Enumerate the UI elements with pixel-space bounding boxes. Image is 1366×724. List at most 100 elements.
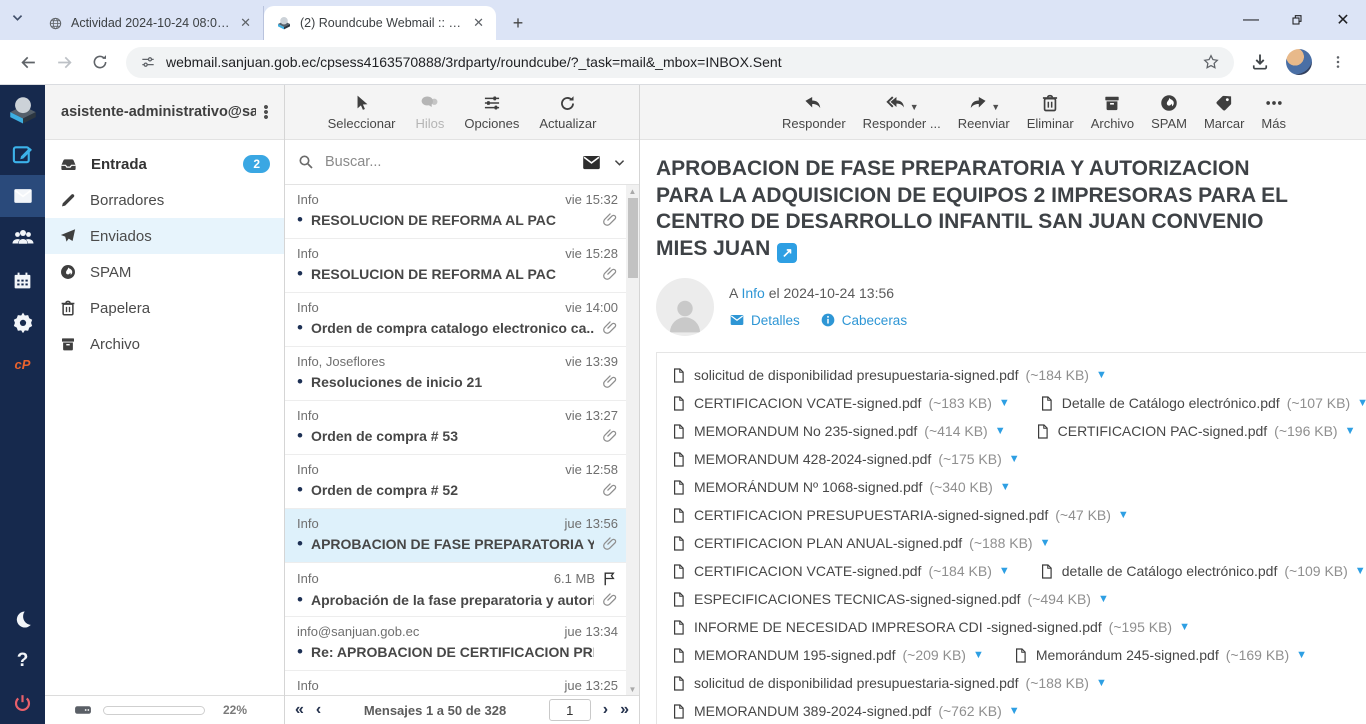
new-tab-button[interactable]: + xyxy=(504,9,532,37)
attachment-item[interactable]: MEMORANDUM 195-signed.pdf (~209 KB) ▼ xyxy=(670,647,984,664)
headers-toggle[interactable]: Cabeceras xyxy=(820,312,907,328)
search-options-chevron-icon[interactable] xyxy=(612,155,627,170)
flag-icon[interactable] xyxy=(601,570,618,587)
attachment-menu-caret-icon[interactable]: ▼ xyxy=(1179,621,1190,633)
spam-button[interactable]: SPAM xyxy=(1151,93,1187,131)
attachment-menu-caret-icon[interactable]: ▼ xyxy=(995,425,1006,437)
tab-close-icon[interactable]: ✕ xyxy=(471,15,486,31)
attachment-item[interactable]: INFORME DE NECESIDAD IMPRESORA CDI -sign… xyxy=(670,619,1190,636)
attachment-menu-caret-icon[interactable]: ▼ xyxy=(973,649,984,661)
attachment-menu-caret-icon[interactable]: ▼ xyxy=(1355,565,1366,577)
calendar-nav-button[interactable] xyxy=(0,259,45,301)
attachment-name[interactable]: MEMORANDUM 195-signed.pdf xyxy=(694,647,896,663)
search-input[interactable] xyxy=(325,154,571,170)
downloads-icon[interactable] xyxy=(1244,46,1276,78)
folder-spam[interactable]: SPAM xyxy=(45,254,284,290)
attachment-name[interactable]: solicitud de disponibilidad presupuestar… xyxy=(694,367,1019,383)
attachment-name[interactable]: CERTIFICACION PRESUPUESTARIA-signed-sign… xyxy=(694,507,1048,523)
account-menu-kebab-icon[interactable]: ••• xyxy=(256,105,276,120)
attachment-menu-caret-icon[interactable]: ▼ xyxy=(1000,481,1011,493)
attachment-menu-caret-icon[interactable]: ▼ xyxy=(1096,677,1107,689)
cpanel-button[interactable]: cP xyxy=(0,343,45,385)
message-list-item[interactable]: Info vie 12:58 • Orden de compra # 52 xyxy=(285,455,626,509)
site-info-icon[interactable] xyxy=(140,54,156,70)
window-minimize-button[interactable]: — xyxy=(1228,0,1274,40)
attachment-name[interactable]: MEMORANDUM 389-2024-signed.pdf xyxy=(694,703,931,719)
attachment-item[interactable]: CERTIFICACION PAC-signed.pdf (~196 KB) ▼ xyxy=(1034,423,1356,440)
attachment-name[interactable]: Detalle de Catálogo electrónico.pdf xyxy=(1062,395,1280,411)
attachment-menu-caret-icon[interactable]: ▼ xyxy=(1009,453,1020,465)
page-number-input[interactable] xyxy=(549,699,591,721)
browser-tab-activity[interactable]: Actividad 2024-10-24 08:00:00 ✕ xyxy=(36,6,264,40)
attachment-name[interactable]: INFORME DE NECESIDAD IMPRESORA CDI -sign… xyxy=(694,619,1102,635)
message-list-item[interactable]: info@sanjuan.gob.ec jue 13:34 • Re: APRO… xyxy=(285,617,626,671)
dark-mode-moon-icon[interactable] xyxy=(0,598,45,640)
back-icon[interactable] xyxy=(12,46,44,78)
help-button[interactable]: ? xyxy=(0,640,45,682)
attachment-item[interactable]: CERTIFICACION VCATE-signed.pdf (~184 KB)… xyxy=(670,563,1010,580)
attachment-menu-caret-icon[interactable]: ▼ xyxy=(999,397,1010,409)
attachment-item[interactable]: solicitud de disponibilidad presupuestar… xyxy=(670,367,1107,384)
browser-tab-roundcube[interactable]: (2) Roundcube Webmail :: Envia ✕ xyxy=(264,6,496,40)
attachment-menu-caret-icon[interactable]: ▼ xyxy=(1009,705,1020,717)
url-text[interactable]: webmail.sanjuan.gob.ec/cpsess4163570888/… xyxy=(166,54,1192,70)
profile-avatar[interactable] xyxy=(1286,49,1312,75)
forward-icon[interactable] xyxy=(48,46,80,78)
message-list-item[interactable]: Info vie 15:28 • RESOLUCION DE REFORMA A… xyxy=(285,239,626,293)
attachment-menu-caret-icon[interactable]: ▼ xyxy=(1098,593,1109,605)
attachment-name[interactable]: MEMORANDUM 428-2024-signed.pdf xyxy=(694,451,931,467)
attachment-name[interactable]: CERTIFICACION PLAN ANUAL-signed.pdf xyxy=(694,535,962,551)
message-list-item[interactable]: Info vie 14:00 • Orden de compra catalog… xyxy=(285,293,626,347)
attachment-menu-caret-icon[interactable]: ▼ xyxy=(1040,537,1051,549)
attachment-menu-caret-icon[interactable]: ▼ xyxy=(1296,649,1307,661)
message-list-item[interactable]: Info vie 13:27 • Orden de compra # 53 xyxy=(285,401,626,455)
attachment-name[interactable]: MEMORÁNDUM Nº 1068-signed.pdf xyxy=(694,479,922,495)
archive-button[interactable]: Archivo xyxy=(1091,93,1134,131)
attachment-item[interactable]: solicitud de disponibilidad presupuestar… xyxy=(670,675,1107,692)
message-list-item[interactable]: Info jue 13:25 • xyxy=(285,671,626,695)
open-in-new-window-icon[interactable]: ↗ xyxy=(777,243,797,263)
attachment-menu-caret-icon[interactable]: ▼ xyxy=(1357,397,1366,409)
scroll-down-arrow[interactable]: ▼ xyxy=(626,683,639,695)
mark-button[interactable]: Marcar xyxy=(1204,93,1244,131)
attachment-menu-caret-icon[interactable]: ▼ xyxy=(1096,369,1107,381)
attachment-item[interactable]: CERTIFICACION PLAN ANUAL-signed.pdf (~18… xyxy=(670,535,1051,552)
compose-button[interactable] xyxy=(0,133,45,175)
options-button[interactable]: Opciones xyxy=(464,93,519,131)
dropdown-caret-icon[interactable]: ▼ xyxy=(910,102,919,112)
folder-enviados[interactable]: Enviados xyxy=(45,218,284,254)
reply-all-button[interactable]: ▼ Responder ... xyxy=(863,93,941,131)
bookmark-star-icon[interactable] xyxy=(1202,53,1220,71)
prev-page-icon[interactable]: ‹ xyxy=(316,702,321,718)
recipient-link[interactable]: Info xyxy=(741,285,764,301)
folder-archivo[interactable]: Archivo xyxy=(45,326,284,362)
attachment-item[interactable]: detalle de Catálogo electrónico.pdf (~10… xyxy=(1038,563,1366,580)
message-list-item[interactable]: Info 6.1 MB • Aprobación de la fase prep… xyxy=(285,563,626,617)
forward-button[interactable]: ▼ Reenviar xyxy=(958,93,1010,131)
attachment-item[interactable]: CERTIFICACION VCATE-signed.pdf (~183 KB)… xyxy=(670,395,1010,412)
select-button[interactable]: Seleccionar xyxy=(328,93,396,131)
more-button[interactable]: Más xyxy=(1261,93,1286,131)
scroll-up-arrow[interactable]: ▲ xyxy=(626,185,639,197)
tab-search-chevron-icon[interactable] xyxy=(10,10,25,25)
attachment-item[interactable]: MEMORANDUM No 235-signed.pdf (~414 KB) ▼ xyxy=(670,423,1006,440)
attachment-menu-caret-icon[interactable]: ▼ xyxy=(1345,425,1356,437)
window-close-button[interactable]: ✕ xyxy=(1320,0,1366,40)
folder-papelera[interactable]: Papelera xyxy=(45,290,284,326)
last-page-icon[interactable]: » xyxy=(620,702,629,718)
attachment-menu-caret-icon[interactable]: ▼ xyxy=(999,565,1010,577)
attachment-name[interactable]: CERTIFICACION PAC-signed.pdf xyxy=(1058,423,1268,439)
list-scrollbar[interactable]: ▲ ▼ xyxy=(626,185,639,695)
details-toggle[interactable]: Detalles xyxy=(729,312,800,328)
attachment-name[interactable]: ESPECIFICACIONES TECNICAS-signed-signed.… xyxy=(694,591,1021,607)
reply-button[interactable]: Responder xyxy=(782,93,846,131)
browser-menu-kebab-icon[interactable] xyxy=(1322,46,1354,78)
attachment-item[interactable]: MEMORANDUM 389-2024-signed.pdf (~762 KB)… xyxy=(670,703,1020,720)
reload-icon[interactable] xyxy=(84,46,116,78)
next-page-icon[interactable]: › xyxy=(603,702,608,718)
refresh-button[interactable]: Actualizar xyxy=(539,93,596,131)
threads-button[interactable]: Hilos xyxy=(416,93,445,131)
folder-entrada[interactable]: Entrada 2 xyxy=(45,146,284,182)
attachment-item[interactable]: MEMORÁNDUM Nº 1068-signed.pdf (~340 KB) … xyxy=(670,479,1011,496)
attachment-item[interactable]: CERTIFICACION PRESUPUESTARIA-signed-sign… xyxy=(670,507,1129,524)
